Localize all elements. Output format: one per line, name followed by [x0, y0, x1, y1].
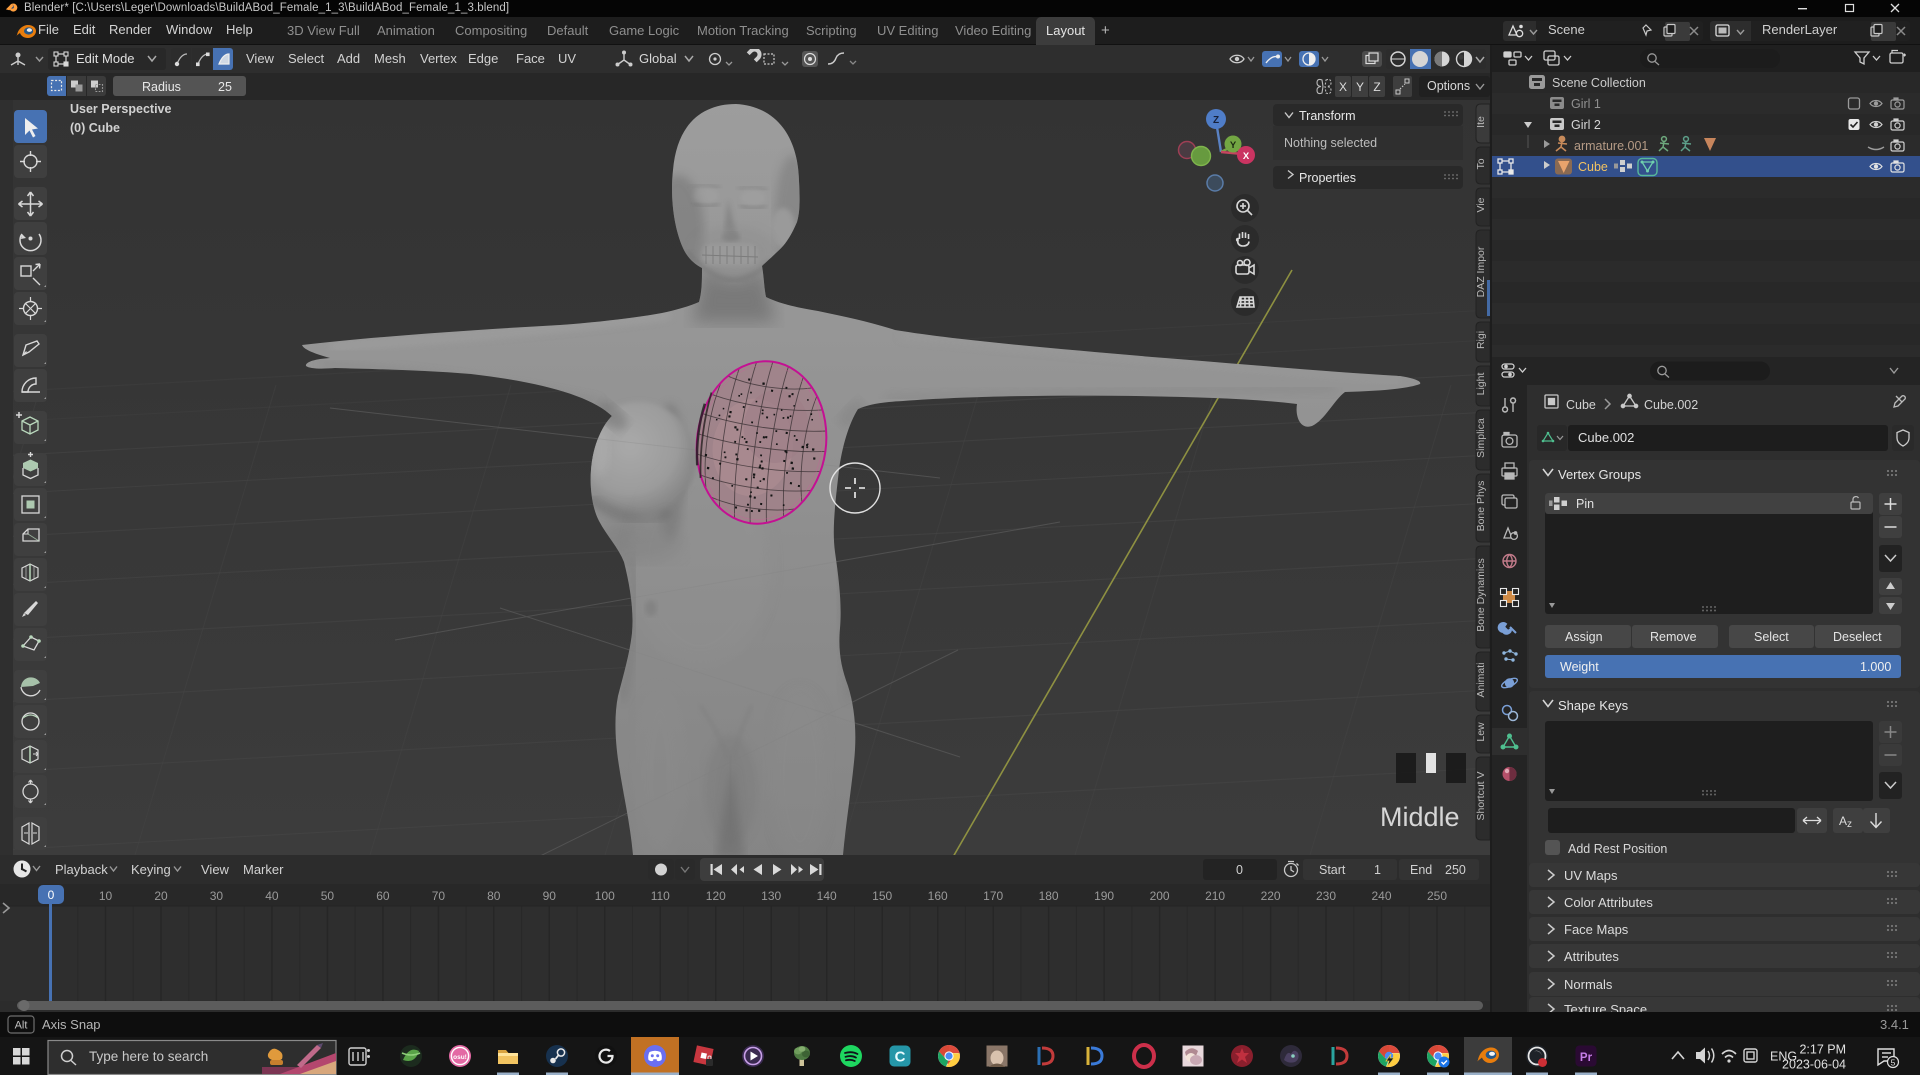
- svg-text:120: 120: [706, 889, 726, 903]
- svg-text:Girl 2: Girl 2: [1571, 118, 1601, 132]
- svg-text:20: 20: [154, 889, 168, 903]
- svg-text:A: A: [1839, 814, 1847, 828]
- svg-text:0: 0: [1236, 863, 1243, 877]
- svg-text:160: 160: [928, 889, 948, 903]
- svg-text:Z: Z: [1373, 80, 1380, 94]
- svg-text:50: 50: [321, 889, 335, 903]
- svg-text:80: 80: [487, 889, 501, 903]
- svg-text:Middle: Middle: [1380, 802, 1460, 832]
- svg-text:Cube: Cube: [1578, 160, 1608, 174]
- svg-text:Playback: Playback: [55, 862, 108, 877]
- svg-text:200: 200: [1150, 889, 1170, 903]
- svg-text:Transform: Transform: [1299, 109, 1356, 123]
- svg-text:30: 30: [210, 889, 224, 903]
- svg-text:210: 210: [1205, 889, 1225, 903]
- svg-text:Axis Snap: Axis Snap: [42, 1017, 101, 1032]
- svg-text:2023-06-04: 2023-06-04: [1782, 1058, 1846, 1072]
- svg-text:Alt: Alt: [15, 1020, 28, 1032]
- svg-text:250: 250: [1445, 863, 1466, 877]
- svg-text:3.4.1: 3.4.1: [1880, 1017, 1909, 1032]
- svg-text:Bone Dynamics: Bone Dynamics: [1475, 558, 1487, 632]
- svg-text:Nothing selected: Nothing selected: [1284, 136, 1377, 150]
- svg-text:Color Attributes: Color Attributes: [1564, 895, 1653, 910]
- svg-text:130: 130: [761, 889, 781, 903]
- svg-text:190: 190: [1094, 889, 1114, 903]
- svg-text:Normals: Normals: [1564, 977, 1613, 992]
- svg-text:Marker: Marker: [243, 862, 284, 877]
- svg-text:Cube.002: Cube.002: [1578, 430, 1634, 445]
- svg-text:Scene Collection: Scene Collection: [1552, 76, 1646, 90]
- svg-text:110: 110: [651, 889, 670, 903]
- svg-text:Shape Keys: Shape Keys: [1558, 698, 1629, 713]
- svg-text:Assign: Assign: [1565, 630, 1603, 644]
- svg-text:Lew: Lew: [1475, 722, 1487, 742]
- svg-text:170: 170: [983, 889, 1003, 903]
- svg-text:Face Maps: Face Maps: [1564, 922, 1629, 937]
- svg-text:Pr: Pr: [1580, 1052, 1593, 1064]
- svg-text:60: 60: [376, 889, 390, 903]
- svg-text:5: 5: [1891, 1058, 1896, 1068]
- svg-text:X: X: [1243, 151, 1250, 162]
- svg-text:240: 240: [1371, 889, 1391, 903]
- svg-text:Remove: Remove: [1650, 630, 1697, 644]
- svg-text:2:17 PM: 2:17 PM: [1799, 1043, 1846, 1057]
- svg-text:Add Rest Position: Add Rest Position: [1568, 842, 1667, 856]
- svg-text:User Perspective: User Perspective: [70, 102, 172, 116]
- svg-text:1.000: 1.000: [1860, 660, 1891, 674]
- svg-text:DAZ Impor: DAZ Impor: [1475, 246, 1487, 297]
- svg-text:Vertex Groups: Vertex Groups: [1558, 467, 1642, 482]
- svg-text:10: 10: [99, 889, 113, 903]
- svg-text:Bone Phys: Bone Phys: [1475, 481, 1487, 532]
- svg-text:Ite: Ite: [1475, 116, 1487, 128]
- svg-text:1: 1: [1374, 863, 1381, 877]
- svg-text:z: z: [1847, 819, 1852, 830]
- svg-text:Animati: Animati: [1475, 662, 1487, 697]
- svg-text:Light: Light: [1475, 373, 1487, 396]
- svg-text:Properties: Properties: [1299, 171, 1356, 185]
- svg-text:Y: Y: [1356, 80, 1364, 94]
- svg-text:150: 150: [872, 889, 892, 903]
- svg-text:100: 100: [595, 889, 615, 903]
- svg-text:Girl 1: Girl 1: [1571, 97, 1601, 111]
- svg-text:230: 230: [1316, 889, 1336, 903]
- svg-text:To: To: [1475, 158, 1487, 169]
- svg-text:180: 180: [1039, 889, 1059, 903]
- svg-text:70: 70: [432, 889, 446, 903]
- svg-text:Keying: Keying: [131, 862, 171, 877]
- svg-text:Z: Z: [1213, 115, 1219, 126]
- svg-text:140: 140: [817, 889, 837, 903]
- svg-text:40: 40: [265, 889, 279, 903]
- svg-text:armature.001: armature.001: [1574, 139, 1648, 153]
- svg-text:Weight: Weight: [1560, 660, 1599, 674]
- svg-text:250: 250: [1427, 889, 1447, 903]
- svg-text:Rigi: Rigi: [1475, 331, 1487, 349]
- svg-text:Select: Select: [1754, 630, 1789, 644]
- svg-text:Shortcut V: Shortcut V: [1475, 771, 1487, 820]
- svg-text:Cube.002: Cube.002: [1644, 398, 1698, 412]
- svg-text:End: End: [1410, 863, 1432, 877]
- svg-text:C: C: [895, 1049, 906, 1066]
- svg-text:Pin: Pin: [1576, 497, 1594, 511]
- svg-text:Simplica: Simplica: [1475, 418, 1487, 458]
- svg-text:Start: Start: [1319, 863, 1346, 877]
- svg-text:Texture Space: Texture Space: [1564, 1002, 1647, 1012]
- svg-text:osu!: osu!: [453, 1054, 467, 1061]
- svg-text:Type here to search: Type here to search: [89, 1049, 208, 1064]
- svg-text:Attributes: Attributes: [1564, 949, 1619, 964]
- svg-text:220: 220: [1261, 889, 1281, 903]
- svg-text:View: View: [201, 862, 230, 877]
- svg-text:0: 0: [48, 888, 55, 902]
- svg-text:Cube: Cube: [1566, 398, 1596, 412]
- svg-text:UV Maps: UV Maps: [1564, 868, 1618, 883]
- svg-text:Y: Y: [1230, 140, 1237, 151]
- svg-text:Vie: Vie: [1475, 197, 1487, 212]
- svg-text:(0) Cube: (0) Cube: [70, 121, 120, 135]
- svg-text:X: X: [1339, 80, 1347, 94]
- svg-text:90: 90: [543, 889, 557, 903]
- svg-text:Deselect: Deselect: [1833, 630, 1882, 644]
